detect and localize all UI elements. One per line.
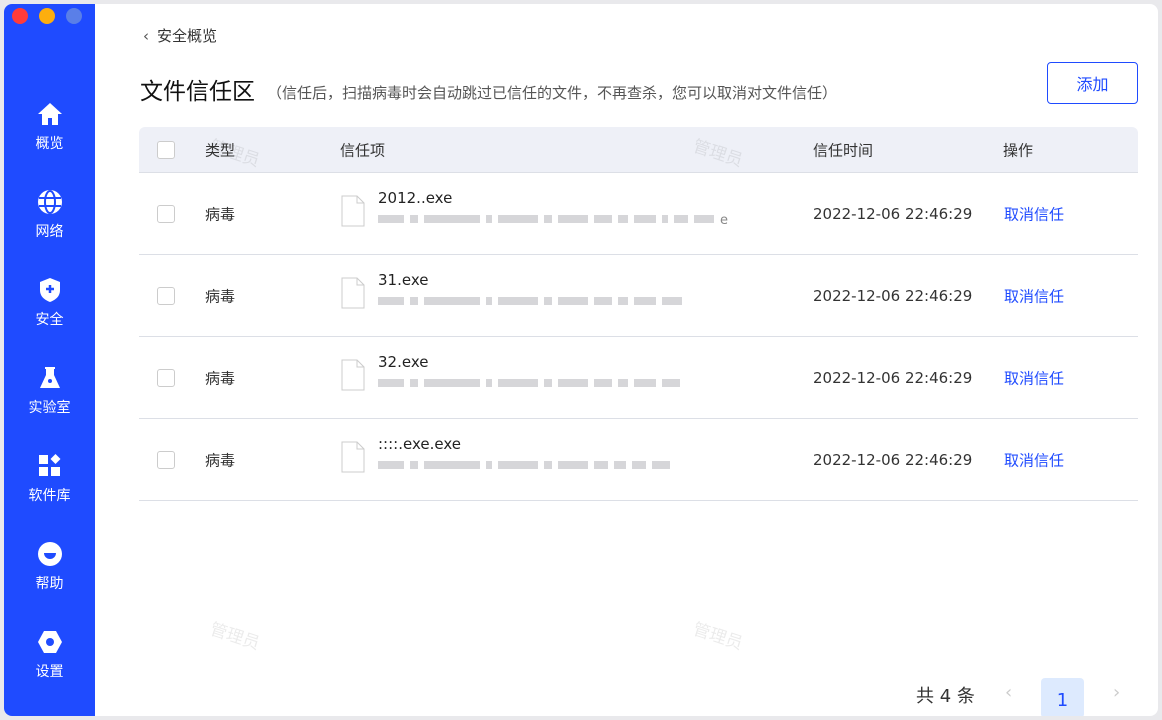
main-content: ‹ 安全概览 文件信任区 （信任后，扫描病毒时会自动跳过已信任的文件，不再查杀，您… [95, 4, 1158, 716]
watermark: 管理员 [690, 619, 746, 655]
sidebar-item-software[interactable]: 软件库 [4, 452, 95, 505]
back-link[interactable]: ‹ 安全概览 [143, 25, 217, 46]
flask-icon [39, 367, 60, 388]
sidebar-item-help[interactable]: 帮助 [4, 540, 95, 593]
app-window: 概览 网络 安全 实验室 软件库 帮助 设置 ‹ 安全概览 文件信任区 （信任后，… [4, 4, 1158, 716]
next-page-button[interactable]: › [1113, 682, 1120, 703]
row-time: 2022-12-06 22:46:29 [813, 286, 973, 305]
sidebar-item-label: 软件库 [28, 488, 71, 504]
apps-icon [38, 454, 60, 476]
select-all-checkbox[interactable] [157, 140, 175, 159]
row-file-name: 2012..exe [378, 189, 453, 207]
chevron-left-icon: ‹ [143, 27, 149, 45]
column-action: 操作 [1003, 141, 1034, 159]
sidebar-item-label: 概览 [35, 136, 64, 152]
table-header: 类型 信任项 信任时间 操作 [139, 127, 1138, 173]
row-file-path-blurred [378, 297, 682, 305]
table-row: 病毒 2012..exe e 2022-12-06 22:46:29 取消信任 [139, 173, 1138, 255]
row-type: 病毒 [205, 287, 236, 305]
page-title: 文件信任区 [140, 79, 255, 105]
pagination-total: 共 4 条 [916, 686, 975, 707]
add-button[interactable]: 添加 [1047, 62, 1138, 104]
help-icon [37, 542, 62, 566]
row-checkbox[interactable] [157, 368, 175, 387]
row-time: 2022-12-06 22:46:29 [813, 204, 973, 223]
row-time: 2022-12-06 22:46:29 [813, 368, 973, 387]
column-item: 信任项 [340, 141, 386, 159]
shield-icon [39, 278, 60, 302]
path-tail: e [720, 213, 728, 228]
row-file-name: ::::.exe.exe [378, 435, 461, 453]
prev-page-button[interactable]: ‹ [1005, 682, 1012, 703]
row-checkbox[interactable] [157, 450, 175, 469]
sidebar-item-security[interactable]: 安全 [4, 276, 95, 329]
row-type: 病毒 [205, 451, 236, 469]
page-1-button[interactable]: 1 [1041, 678, 1084, 716]
table-row: 病毒 ::::.exe.exe 2022-12-06 22:46:29 取消信任 [139, 419, 1138, 501]
row-time: 2022-12-06 22:46:29 [813, 450, 973, 469]
cancel-trust-link[interactable]: 取消信任 [1004, 367, 1064, 388]
column-time: 信任时间 [813, 141, 874, 159]
watermark: 管理员 [207, 619, 263, 655]
sidebar: 概览 网络 安全 实验室 软件库 帮助 设置 [4, 4, 95, 716]
file-icon [341, 277, 365, 309]
row-file-path-blurred: e [378, 213, 728, 228]
row-checkbox[interactable] [157, 204, 175, 223]
globe-icon [37, 190, 62, 214]
trust-table: 类型 信任项 信任时间 操作 病毒 2012..exe e 2022-12-06… [139, 127, 1138, 501]
file-icon [341, 359, 365, 391]
sidebar-item-label: 安全 [35, 312, 64, 328]
gear-icon [37, 631, 62, 653]
home-icon [37, 103, 62, 125]
file-icon [341, 195, 365, 227]
sidebar-item-label: 帮助 [35, 576, 64, 592]
close-button[interactable] [12, 8, 28, 24]
sidebar-item-network[interactable]: 网络 [4, 188, 95, 241]
sidebar-item-overview[interactable]: 概览 [4, 100, 95, 153]
minimize-button[interactable] [39, 8, 55, 24]
cancel-trust-link[interactable]: 取消信任 [1004, 203, 1064, 224]
row-type: 病毒 [205, 369, 236, 387]
table-row: 病毒 32.exe 2022-12-06 22:46:29 取消信任 [139, 337, 1138, 419]
row-checkbox[interactable] [157, 286, 175, 305]
sidebar-item-lab[interactable]: 实验室 [4, 364, 95, 417]
maximize-button[interactable] [66, 8, 82, 24]
cancel-trust-link[interactable]: 取消信任 [1004, 449, 1064, 470]
cancel-trust-link[interactable]: 取消信任 [1004, 285, 1064, 306]
file-icon [341, 441, 365, 473]
sidebar-item-label: 实验室 [28, 400, 71, 416]
sidebar-item-label: 设置 [35, 664, 64, 680]
page-subtitle: （信任后，扫描病毒时会自动跳过已信任的文件，不再查杀，您可以取消对文件信任） [267, 84, 838, 102]
back-label: 安全概览 [157, 27, 218, 45]
window-controls [12, 8, 82, 24]
column-type: 类型 [205, 141, 236, 159]
table-row: 病毒 31.exe 2022-12-06 22:46:29 取消信任 [139, 255, 1138, 337]
sidebar-item-settings[interactable]: 设置 [4, 628, 95, 681]
row-file-path-blurred [378, 379, 680, 387]
row-file-path-blurred [378, 461, 670, 469]
row-file-name: 31.exe [378, 271, 429, 289]
row-type: 病毒 [205, 205, 236, 223]
sidebar-item-label: 网络 [35, 224, 64, 240]
row-file-name: 32.exe [378, 353, 429, 371]
